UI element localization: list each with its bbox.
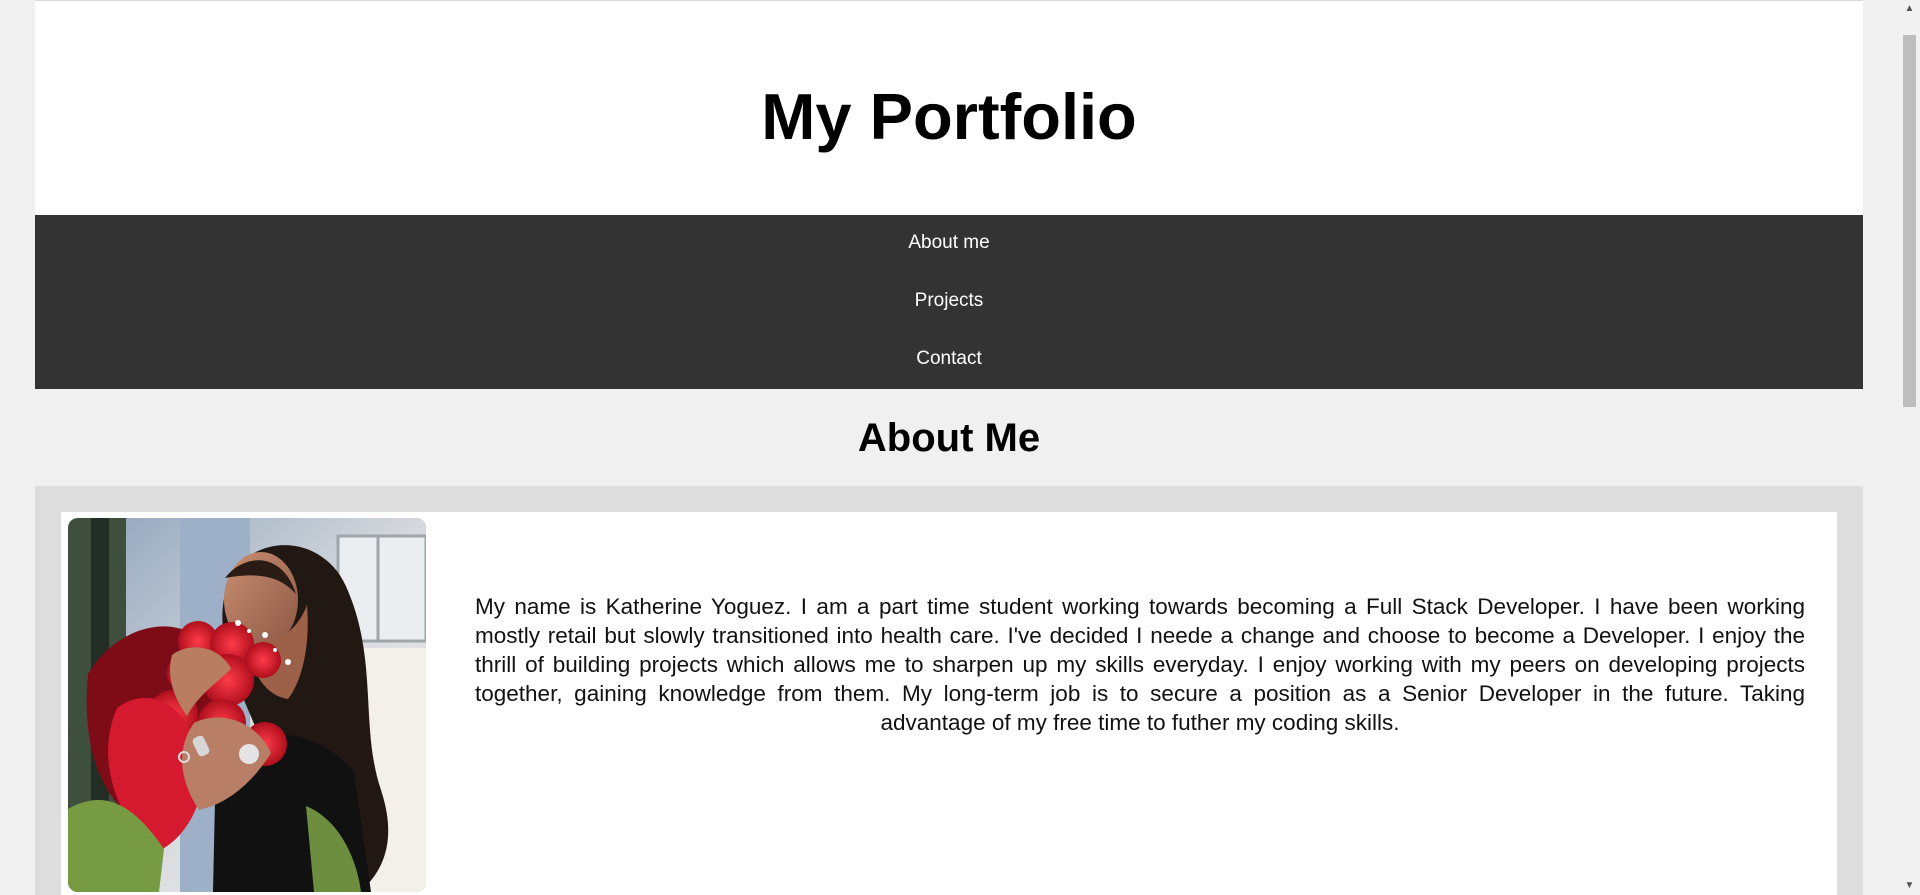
about-bio-text: My name is Katherine Yoguez. I am a part…: [475, 594, 1805, 735]
main-navigation: About me Projects Contact: [35, 215, 1863, 389]
page-title: My Portfolio: [761, 80, 1137, 153]
portfolio-page: My Portfolio About me Projects Contact A…: [35, 0, 1863, 895]
about-card: My name is Katherine Yoguez. I am a part…: [61, 512, 1837, 895]
profile-photo: [68, 518, 426, 892]
profile-photo-illustration: [68, 518, 426, 892]
about-section-heading: About Me: [857, 416, 1041, 460]
nav-link-about-me[interactable]: About me: [35, 231, 1863, 255]
chevron-up-icon[interactable]: ▲: [1899, 0, 1920, 18]
nav-link-projects[interactable]: Projects: [35, 289, 1863, 313]
about-section: My name is Katherine Yoguez. I am a part…: [35, 486, 1863, 895]
chevron-down-icon[interactable]: ▼: [1899, 877, 1920, 895]
vertical-scrollbar[interactable]: ▲ ▼: [1899, 0, 1920, 895]
site-header: My Portfolio: [35, 0, 1863, 215]
nav-link-contact[interactable]: Contact: [35, 347, 1863, 371]
scrollbar-thumb[interactable]: [1903, 35, 1916, 407]
browser-viewport: My Portfolio About me Projects Contact A…: [0, 0, 1920, 895]
